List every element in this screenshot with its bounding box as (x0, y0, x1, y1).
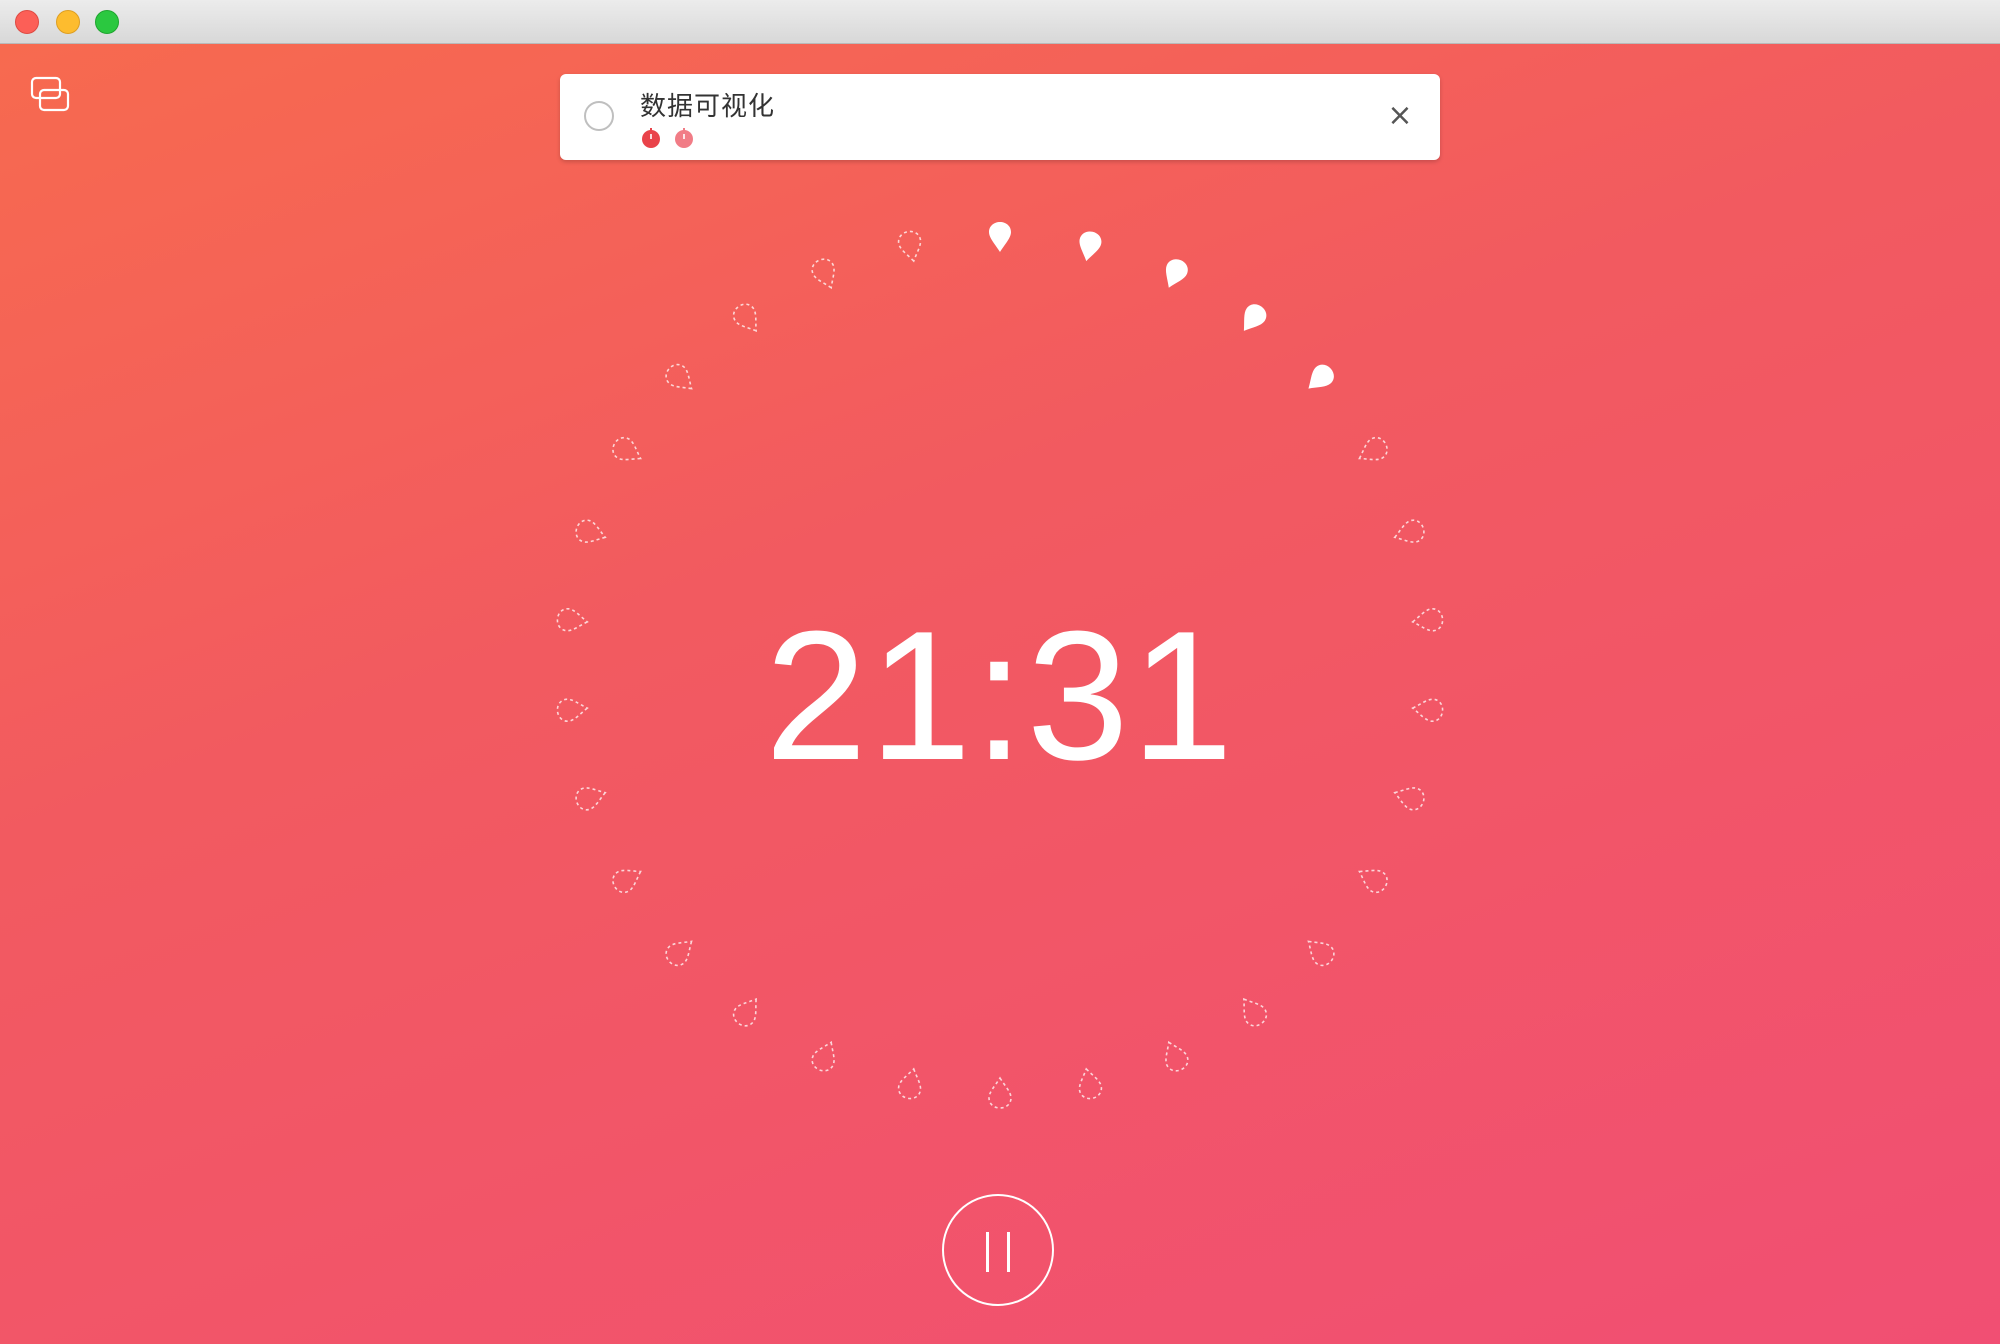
drop-icon (1079, 231, 1102, 262)
drop-icon (988, 1076, 1012, 1109)
window-titlebar (0, 0, 2000, 44)
tomato-icon (675, 128, 694, 148)
mini-window-icon[interactable] (30, 76, 72, 116)
pause-icon (986, 1232, 989, 1272)
drop-icon (897, 230, 922, 263)
close-icon[interactable]: × (1384, 100, 1416, 132)
drop-icon (1411, 698, 1444, 722)
drop-icon (1307, 940, 1335, 967)
drop-icon (732, 303, 758, 333)
timer-display: 21:31 (764, 592, 1236, 798)
pause-button[interactable] (942, 1194, 1054, 1306)
drop-icon (612, 436, 642, 461)
current-task-card: 数据可视化 × (560, 74, 1440, 160)
drop-icon (1393, 787, 1425, 811)
task-title: 数据可视化 (640, 92, 776, 122)
pause-icon (1007, 1232, 1010, 1272)
drop-icon (811, 258, 835, 290)
drop-icon (556, 608, 589, 632)
drop-icon (1243, 304, 1267, 331)
drop-icon (1165, 259, 1188, 288)
drop-icon (732, 997, 758, 1027)
drop-icon (612, 869, 642, 894)
window-maximize-button[interactable] (95, 10, 119, 34)
drop-icon (1358, 869, 1388, 894)
drop-icon (665, 940, 693, 967)
timer-stage: 数据可视化 × 21:31 (0, 44, 2000, 1344)
drop-icon (665, 363, 693, 390)
drop-icon (811, 1040, 835, 1072)
pomodoro-count (640, 126, 701, 148)
drop-icon (1358, 436, 1388, 461)
drop-icon (575, 787, 607, 811)
drop-icon (1393, 519, 1425, 543)
drop-icon (1165, 1040, 1189, 1072)
drop-icon (989, 222, 1011, 252)
drop-icon (1242, 997, 1268, 1027)
drop-icon (1308, 364, 1334, 389)
drop-icon (1078, 1067, 1103, 1100)
drop-icon (575, 519, 607, 543)
tomato-icon (642, 128, 660, 148)
window-minimize-button[interactable] (56, 10, 80, 34)
drop-icon (556, 698, 589, 722)
window-close-button[interactable] (15, 10, 39, 34)
drop-icon (897, 1067, 922, 1100)
task-complete-checkbox[interactable] (584, 101, 614, 131)
drop-icon (1411, 608, 1444, 632)
